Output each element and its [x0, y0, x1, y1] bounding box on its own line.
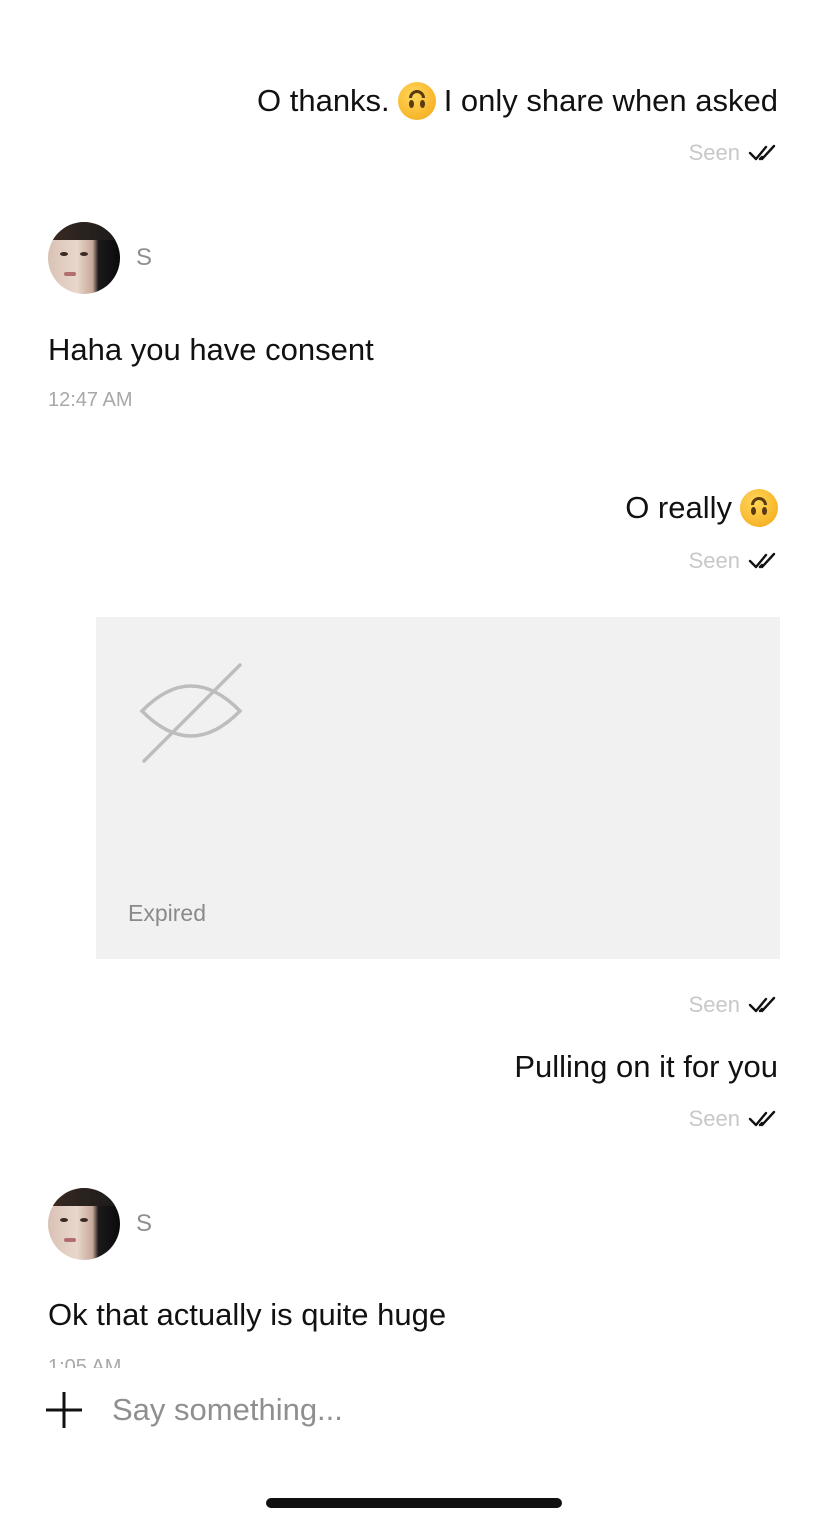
message-text: O thanks. [257, 83, 390, 118]
seen-status: Seen [689, 1106, 778, 1132]
double-check-icon [748, 144, 776, 161]
eye-slash-icon [139, 663, 243, 763]
incoming-message[interactable]: Ok that actually is quite huge [48, 1297, 446, 1333]
double-check-icon [748, 1110, 776, 1127]
expired-media-card[interactable]: Expired [96, 617, 780, 959]
message-composer [0, 1378, 828, 1442]
message-timestamp: 1:05 AM [48, 1356, 122, 1368]
outgoing-message[interactable]: Pulling on it for you [514, 1049, 778, 1085]
message-text: O really [625, 490, 732, 525]
expired-label: Expired [128, 900, 206, 926]
home-indicator[interactable] [266, 1498, 562, 1508]
message-text: Pulling on it for you [514, 1049, 778, 1084]
outgoing-message[interactable]: O really [625, 489, 778, 527]
avatar[interactable] [48, 222, 120, 294]
message-timestamp: 12:47 AM [48, 389, 133, 411]
message-input[interactable] [112, 1388, 772, 1432]
seen-status: Seen [689, 548, 778, 574]
upside-down-face-emoji [397, 82, 436, 120]
seen-status: Seen [689, 140, 778, 166]
sender-header[interactable]: S [48, 222, 152, 294]
incoming-message[interactable]: Haha you have consent [48, 332, 374, 368]
plus-icon[interactable] [44, 1390, 84, 1430]
sender-header[interactable]: S [48, 1188, 152, 1260]
message-text: I only share when asked [443, 83, 778, 118]
outgoing-message[interactable]: O thanks. I only share when asked [257, 82, 778, 120]
sender-name: S [136, 1210, 153, 1237]
upside-down-face-emoji [740, 489, 778, 527]
seen-status: Seen [689, 992, 778, 1018]
double-check-icon [748, 552, 776, 569]
sender-name: S [136, 244, 153, 271]
double-check-icon [748, 996, 776, 1013]
avatar[interactable] [48, 1188, 120, 1260]
